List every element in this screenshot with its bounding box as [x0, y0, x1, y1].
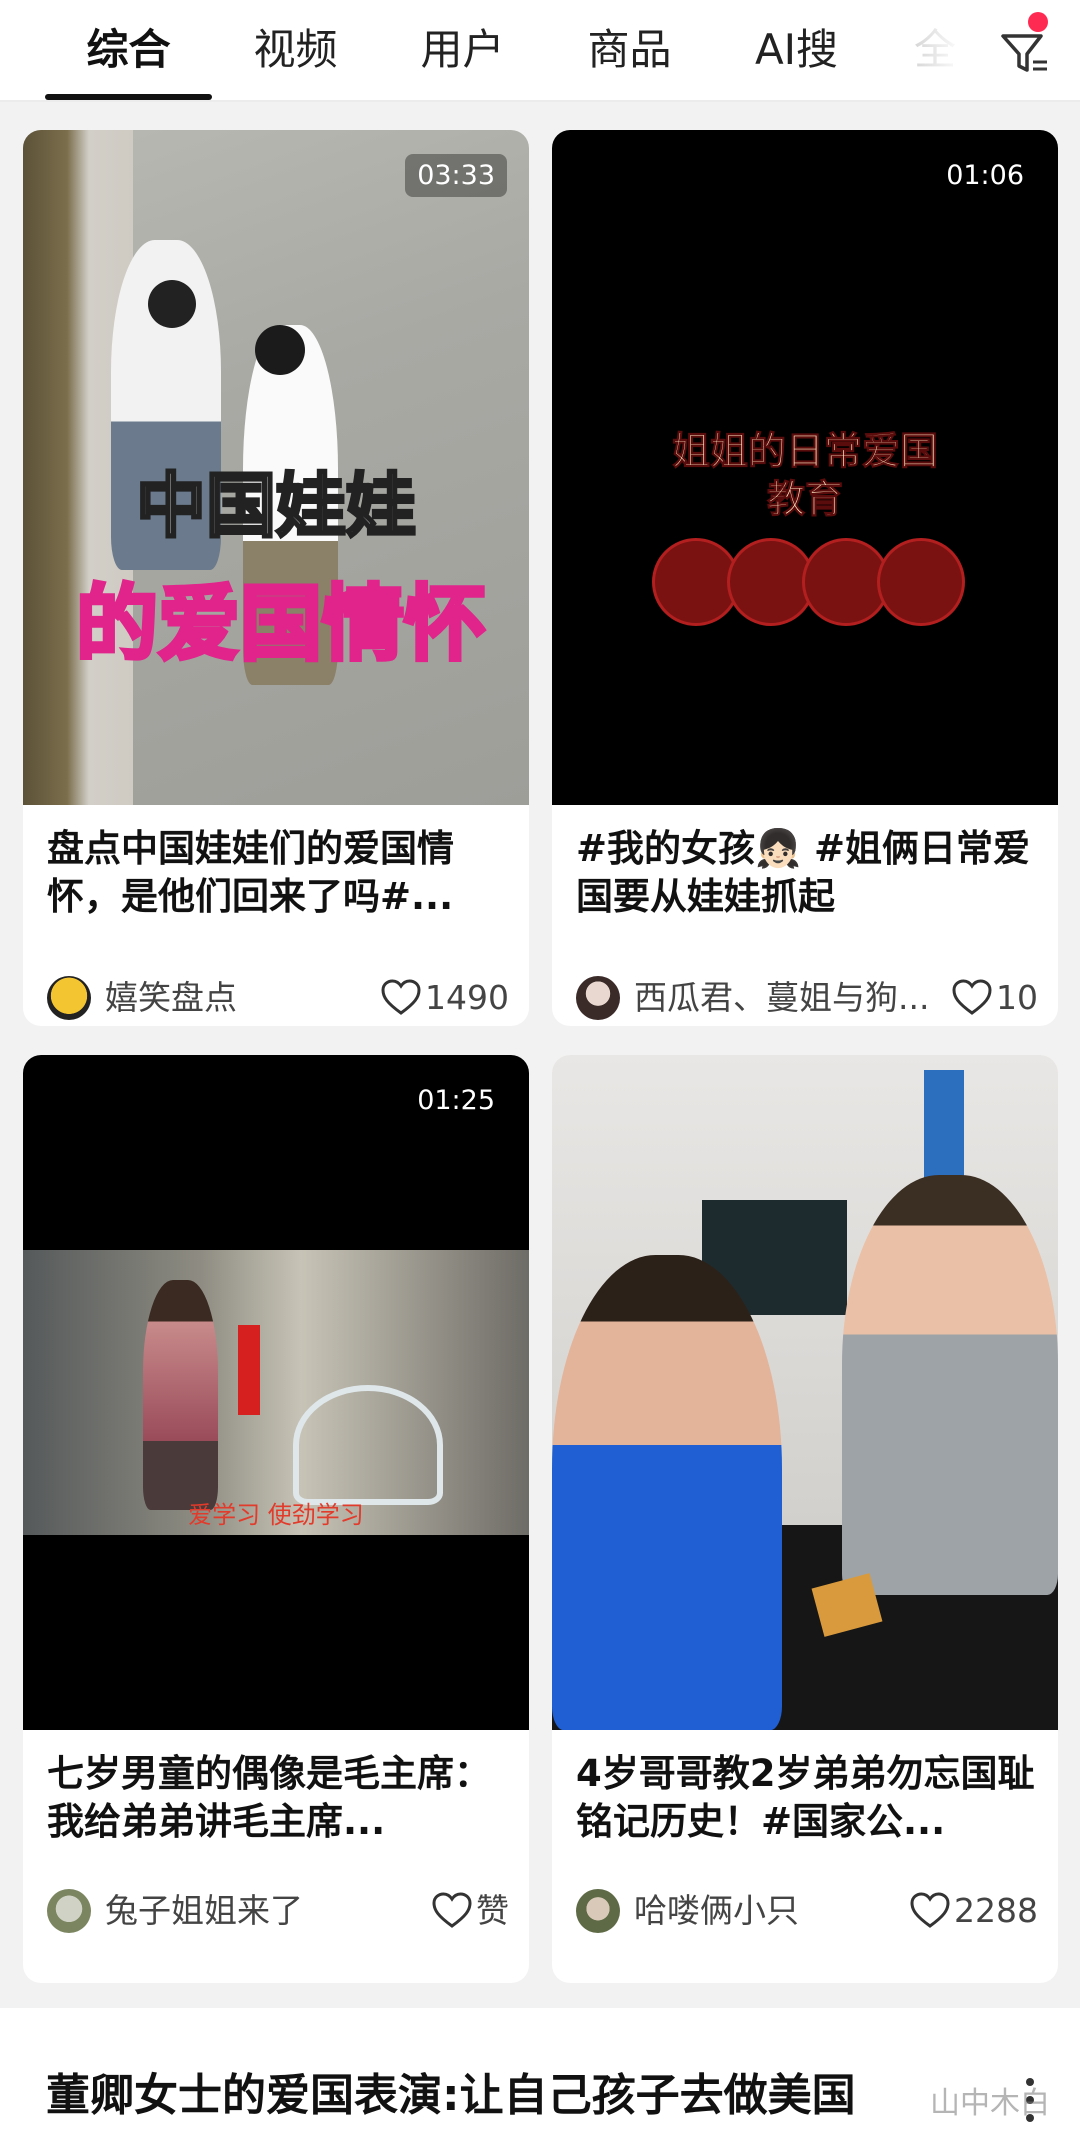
watermark: 山中木白: [930, 2086, 1050, 2121]
thumbnail-figure: [842, 1175, 1058, 1595]
tab-products[interactable]: 商品: [546, 20, 713, 80]
author-name[interactable]: 兔子姐姐来了: [105, 1889, 405, 1933]
tab-users[interactable]: 用户: [379, 20, 546, 80]
author-name[interactable]: 哈喽俩小只: [634, 1889, 914, 1933]
author-name[interactable]: 嬉笑盘点: [105, 976, 385, 1020]
video-thumbnail[interactable]: 中国娃娃 的爱国情怀 03:33: [23, 130, 529, 805]
like-count: 1490: [425, 978, 509, 1017]
heart-icon: [381, 979, 421, 1015]
thumbnail-subtitle: 爱学习 使劲学习: [188, 1501, 364, 1529]
search-tab-bar: 综合 视频 用户 商品 AI搜 全: [0, 0, 1080, 102]
card-footer: 西瓜君、蔓姐与狗... 10: [576, 970, 1038, 1026]
heart-icon: [952, 979, 992, 1015]
tab-ai-search[interactable]: AI搜: [713, 20, 880, 80]
heart-icon: [910, 1892, 950, 1928]
thumbnail-scene: [23, 1250, 529, 1535]
like-count: 2288: [954, 1891, 1038, 1930]
tab-video[interactable]: 视频: [212, 20, 379, 80]
filter-badge-dot: [1028, 12, 1048, 32]
thumbnail-figure: [148, 280, 196, 328]
article-title[interactable]: 董卿女士的爱国表演:让自己孩子去做美国: [46, 2066, 1006, 2126]
thumbnail-caption-highlight: 的爱国情怀: [74, 575, 488, 674]
video-card[interactable]: 姐姐的日常爱国 教育 01:06 #我的女孩👧🏻 #姐俩日常爱国要从娃娃抓起 西…: [552, 130, 1058, 1026]
author-name[interactable]: 西瓜君、蔓姐与狗...: [634, 976, 964, 1020]
like-count: 赞: [476, 1891, 509, 1930]
thumbnail-figure: [255, 325, 305, 375]
heart-icon: [432, 1892, 472, 1928]
card-footer: 兔子姐姐来了 赞: [47, 1883, 509, 1939]
video-thumbnail[interactable]: [552, 1055, 1058, 1730]
thumbnail-figure: [143, 1280, 218, 1510]
avatar[interactable]: [47, 976, 91, 1020]
video-card[interactable]: 爱学习 使劲学习 01:25 七岁男童的偶像是毛主席：我给弟弟讲毛主席... 兔…: [23, 1055, 529, 1983]
thumbnail-caption: 中国娃娃: [135, 464, 418, 549]
tab-fade-overlay: [880, 10, 1000, 90]
thumbnail-object: [293, 1385, 443, 1505]
video-title[interactable]: 盘点中国娃娃们的爱国情怀，是他们回来了吗#...: [47, 825, 509, 921]
like-button[interactable]: 赞: [432, 1889, 509, 1933]
video-thumbnail[interactable]: 姐姐的日常爱国 教育 01:06: [552, 130, 1058, 805]
avatar[interactable]: [576, 1889, 620, 1933]
thumbnail-flag: [238, 1325, 260, 1415]
tab-comprehensive[interactable]: 综合: [45, 20, 212, 80]
card-footer: 嬉笑盘点 1490: [47, 970, 509, 1026]
like-button[interactable]: 1490: [381, 976, 509, 1020]
article-result[interactable]: 董卿女士的爱国表演:让自己孩子去做美国: [0, 2008, 1080, 2148]
like-count: 10: [996, 978, 1038, 1017]
video-card[interactable]: 4岁哥哥教2岁弟弟勿忘国耻铭记历史！#国家公... 哈喽俩小只 2288: [552, 1055, 1058, 1983]
video-title[interactable]: #我的女孩👧🏻 #姐俩日常爱国要从娃娃抓起: [576, 825, 1038, 921]
card-footer: 哈喽俩小只 2288: [576, 1883, 1038, 1939]
like-button[interactable]: 2288: [910, 1889, 1038, 1933]
avatar[interactable]: [47, 1889, 91, 1933]
thumbnail-figure: [552, 1255, 782, 1730]
video-duration: 01:06: [946, 160, 1024, 191]
video-duration: 01:25: [417, 1085, 495, 1116]
thumbnail-decoration: [877, 538, 965, 626]
video-title[interactable]: 七岁男童的偶像是毛主席：我给弟弟讲毛主席...: [47, 1750, 509, 1846]
video-title[interactable]: 4岁哥哥教2岁弟弟勿忘国耻铭记历史！#国家公...: [576, 1750, 1038, 1846]
thumbnail-caption: 教育: [766, 477, 843, 522]
video-duration: 03:33: [405, 154, 507, 197]
thumbnail-caption: 姐姐的日常爱国: [671, 429, 938, 474]
video-card[interactable]: 中国娃娃 的爱国情怀 03:33 盘点中国娃娃们的爱国情怀，是他们回来了吗#..…: [23, 130, 529, 1026]
video-thumbnail[interactable]: 爱学习 使劲学习 01:25: [23, 1055, 529, 1730]
active-tab-indicator: [45, 94, 212, 100]
like-button[interactable]: 10: [952, 976, 1038, 1020]
avatar[interactable]: [576, 976, 620, 1020]
